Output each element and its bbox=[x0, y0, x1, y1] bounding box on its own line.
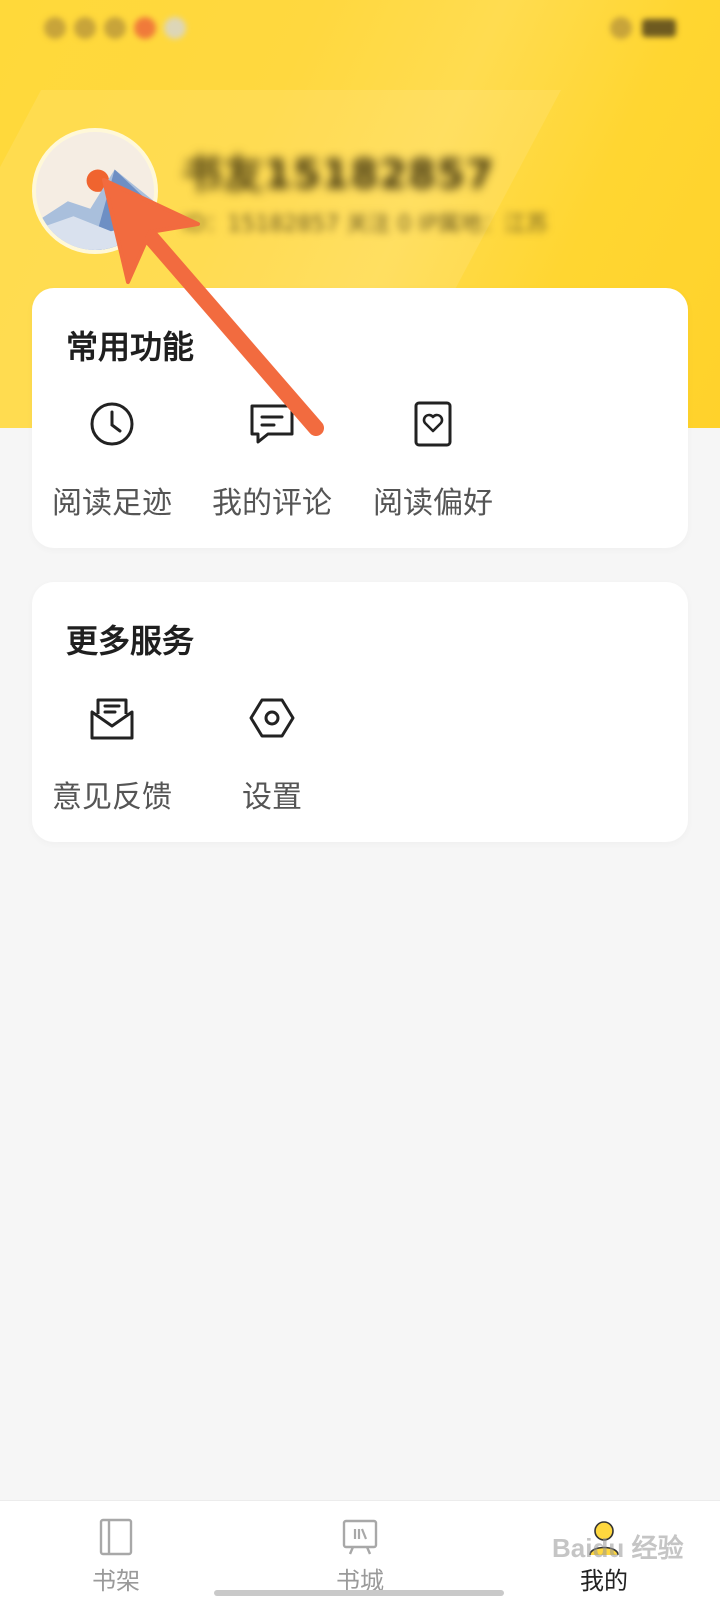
reading-history-button[interactable]: 阅读足迹 bbox=[37, 396, 187, 522]
more-services-card: 更多服务 意见反馈 设置 bbox=[32, 582, 688, 842]
home-indicator bbox=[214, 1590, 504, 1596]
status-icon bbox=[44, 17, 66, 39]
nav-item-bookshelf[interactable]: 书架 bbox=[46, 1501, 186, 1600]
battery-icon bbox=[642, 19, 676, 37]
landscape-avatar-icon bbox=[36, 132, 154, 250]
feedback-button[interactable]: 意见反馈 bbox=[37, 690, 187, 816]
baidu-jingyan-watermark: Baidu 经验 bbox=[552, 1533, 684, 1563]
common-functions-card: 常用功能 阅读足迹 我的评论 阅读偏好 bbox=[32, 288, 688, 548]
function-label: 设置 bbox=[242, 780, 302, 815]
notification-icon bbox=[164, 17, 186, 39]
status-icon bbox=[104, 17, 126, 39]
section-title: 常用功能 bbox=[66, 328, 195, 366]
heart-card-icon bbox=[405, 396, 461, 452]
nav-label: 我的 bbox=[580, 1567, 628, 1595]
bookshelf-icon bbox=[96, 1517, 136, 1557]
user-meta-info: ID：15182857 关注 0 IP属地：江苏 bbox=[182, 212, 549, 237]
function-label: 意见反馈 bbox=[52, 780, 172, 815]
user-avatar[interactable] bbox=[32, 128, 158, 254]
user-name[interactable]: 书友15182857 bbox=[182, 142, 495, 200]
settings-hexagon-icon bbox=[244, 690, 300, 746]
nav-label: 书架 bbox=[92, 1567, 140, 1595]
status-icon bbox=[74, 17, 96, 39]
comment-icon bbox=[244, 396, 300, 452]
function-label: 阅读偏好 bbox=[373, 486, 493, 521]
notification-icon bbox=[134, 17, 156, 39]
clock-icon bbox=[84, 396, 140, 452]
settings-button[interactable]: 设置 bbox=[197, 690, 347, 816]
status-bar bbox=[0, 0, 720, 56]
bookstore-icon bbox=[340, 1517, 380, 1557]
feedback-envelope-icon bbox=[84, 690, 140, 746]
section-title: 更多服务 bbox=[66, 622, 195, 660]
function-label: 阅读足迹 bbox=[52, 486, 172, 521]
nav-item-bookstore[interactable]: 书城 bbox=[290, 1501, 430, 1600]
signal-icon bbox=[610, 17, 632, 39]
my-comments-button[interactable]: 我的评论 bbox=[197, 396, 347, 522]
function-label: 我的评论 bbox=[212, 486, 332, 521]
reading-preference-button[interactable]: 阅读偏好 bbox=[358, 396, 508, 522]
